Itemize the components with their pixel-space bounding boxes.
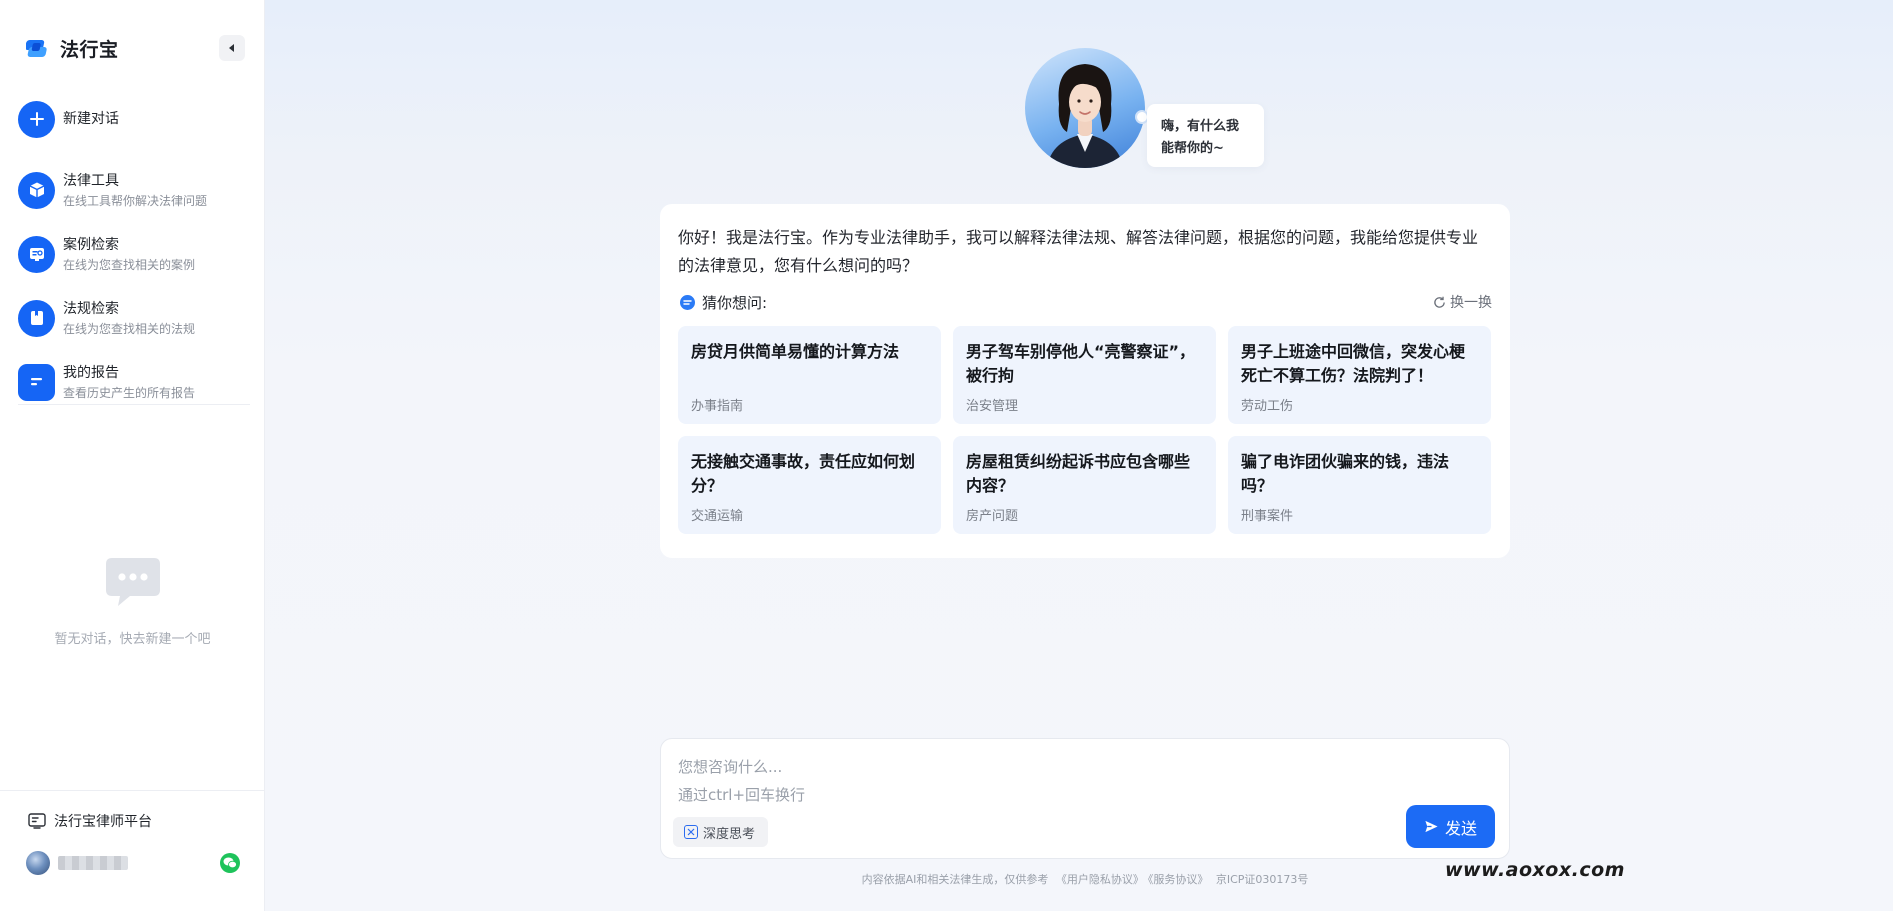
assistant-portrait-icon	[1047, 64, 1123, 168]
brand-name: 法行宝	[60, 38, 119, 61]
sidebar-bottom-divider	[0, 790, 265, 791]
suggestions-title: 猜你想问:	[702, 293, 768, 312]
disclaimer-text: 内容依据AI和相关法律生成，仅供参考	[861, 873, 1049, 886]
suggestion-title: 房贷月供简单易懂的计算方法	[691, 342, 900, 361]
chat-bubble-icon	[105, 558, 160, 606]
refresh-icon	[1434, 296, 1445, 308]
sidebar-item-label: 案例检索	[63, 236, 119, 253]
brand[interactable]: 法行宝	[26, 34, 119, 62]
suggestion-title: 骗了电诈团伙骗来的钱，违法吗？	[1241, 452, 1450, 495]
empty-state-text: 暂无对话，快去新建一个吧	[54, 632, 211, 647]
collapse-sidebar-button[interactable]	[219, 35, 245, 61]
caret-left-icon	[229, 44, 234, 52]
suggestion-card[interactable]: 房贷月供简单易懂的计算方法 办事指南	[678, 326, 941, 424]
suggestion-tag: 治安管理	[966, 399, 1019, 414]
refresh-label: 换一换	[1450, 295, 1492, 311]
book-icon	[18, 299, 55, 337]
sidebar-item-new-chat[interactable]: 新建对话	[18, 94, 254, 144]
lawyer-platform-label: 法行宝律师平台	[54, 814, 152, 830]
send-icon	[1425, 820, 1438, 833]
composer: 深度思考 发送	[660, 738, 1510, 859]
suggestion-grid: 房贷月供简单易懂的计算方法 办事指南 男子驾车别停他人“亮警察证”，被行拘 治安…	[678, 326, 1492, 534]
suggestions-header: 猜你想问: 换一换	[678, 290, 1492, 314]
suggestion-tag: 办事指南	[691, 399, 744, 414]
sidebar-item-label: 法律工具	[63, 172, 119, 189]
user-name: ••••••	[58, 856, 128, 870]
icp-text: 京ICP证030173号	[1215, 873, 1309, 886]
deep-think-toggle[interactable]: 深度思考	[673, 817, 769, 847]
avatar[interactable]	[26, 851, 50, 875]
send-label: 发送	[1444, 818, 1477, 838]
sidebar-item-legal-tools[interactable]: 法律工具 在线工具帮你解决法律问题	[18, 158, 254, 222]
suggestion-card[interactable]: 男子驾车别停他人“亮警察证”，被行拘 治安管理	[953, 326, 1216, 424]
watermark: www.aoxox.com	[1445, 859, 1625, 881]
refresh-suggestions-button[interactable]: 换一换	[1433, 292, 1492, 312]
welcome-card: 你好！我是法行宝。作为专业法律助手，我可以解释法律法规、解答法律问题，根据您的问…	[660, 204, 1510, 558]
suggestion-card[interactable]: 无接触交通事故，责任应如何划分？ 交通运输	[678, 436, 941, 534]
sidebar-item-label: 法规检索	[63, 300, 119, 317]
report-icon	[18, 363, 55, 401]
monitor-icon	[28, 813, 46, 829]
user-profile[interactable]: ••••••	[26, 850, 240, 876]
greeting-bubble: 嗨，有什么我能帮你的~	[1147, 104, 1264, 167]
sidebar-item-subtitle: 在线工具帮你解决法律问题	[63, 193, 208, 208]
assistant-hero: 嗨，有什么我能帮你的~	[1025, 48, 1264, 168]
suggestion-card[interactable]: 房屋租赁纠纷起诉书应包含哪些内容？ 房产问题	[953, 436, 1216, 534]
wechat-icon[interactable]	[220, 853, 240, 873]
plus-icon	[18, 100, 55, 138]
chat-bubble-icon	[680, 294, 695, 310]
sidebar-divider	[18, 404, 250, 405]
sidebar-item-subtitle: 在线为您查找相关的法规	[63, 321, 196, 336]
sidebar-item-case-search[interactable]: 案例检索 在线为您查找相关的案例	[18, 222, 254, 286]
assistant-intro: 你好！我是法行宝。作为专业法律助手，我可以解释法律法规、解答法律问题，根据您的问…	[678, 228, 1479, 275]
assistant-avatar	[1025, 48, 1145, 168]
send-button[interactable]: 发送	[1406, 805, 1495, 848]
sidebar-item-label: 我的报告	[63, 364, 119, 381]
case-search-icon	[18, 235, 55, 273]
suggestion-card[interactable]: 男子上班途中回微信，突发心梗死亡不算工伤？法院判了！ 劳动工伤	[1228, 326, 1491, 424]
cube-icon	[18, 171, 55, 209]
question-input[interactable]	[678, 753, 1478, 807]
sidebar-item-subtitle: 在线为您查找相关的案例	[63, 257, 196, 272]
suggestion-tag: 刑事案件	[1241, 509, 1294, 524]
main-area: 嗨，有什么我能帮你的~ 你好！我是法行宝。作为专业法律助手，我可以解释法律法规、…	[265, 0, 1893, 911]
sidebar-item-subtitle: 查看历史产生的所有报告	[63, 385, 196, 400]
brand-logo-icon	[26, 40, 47, 57]
sidebar-item-label: 新建对话	[63, 111, 119, 127]
atom-icon	[684, 825, 698, 839]
privacy-link[interactable]: 《用户隐私协议》	[1056, 873, 1144, 886]
suggestion-tag: 交通运输	[691, 509, 744, 524]
suggestion-title: 房屋租赁纠纷起诉书应包含哪些内容？	[966, 452, 1191, 495]
deep-think-label: 深度思考	[703, 826, 756, 842]
lawyer-platform-link[interactable]: 法行宝律师平台	[28, 811, 152, 831]
empty-conversations: 暂无对话，快去新建一个吧	[0, 556, 265, 647]
sidebar-nav: 新建对话 法律工具 在线工具帮你解决法律问题 案例检索 在线为您查找相关的案例 …	[18, 94, 254, 414]
suggestion-title: 男子驾车别停他人“亮警察证”，被行拘	[966, 342, 1196, 385]
suggestion-card[interactable]: 骗了电诈团伙骗来的钱，违法吗？ 刑事案件	[1228, 436, 1491, 534]
service-link[interactable]: 《服务协议》	[1148, 873, 1209, 886]
footer-disclaimer: 内容依据AI和相关法律生成，仅供参考 《用户隐私协议》 《服务协议》 京ICP证0…	[660, 871, 1510, 887]
suggestion-tag: 房产问题	[966, 509, 1019, 524]
sidebar: 法行宝 新建对话 法律工具 在线工具帮你解决法律问题 案例检索 在线为您查找相关…	[0, 0, 265, 911]
suggestion-title: 男子上班途中回微信，突发心梗死亡不算工伤？法院判了！	[1241, 342, 1466, 385]
suggestion-tag: 劳动工伤	[1241, 399, 1294, 414]
sidebar-item-regulation-search[interactable]: 法规检索 在线为您查找相关的法规	[18, 286, 254, 350]
suggestion-title: 无接触交通事故，责任应如何划分？	[691, 452, 916, 495]
